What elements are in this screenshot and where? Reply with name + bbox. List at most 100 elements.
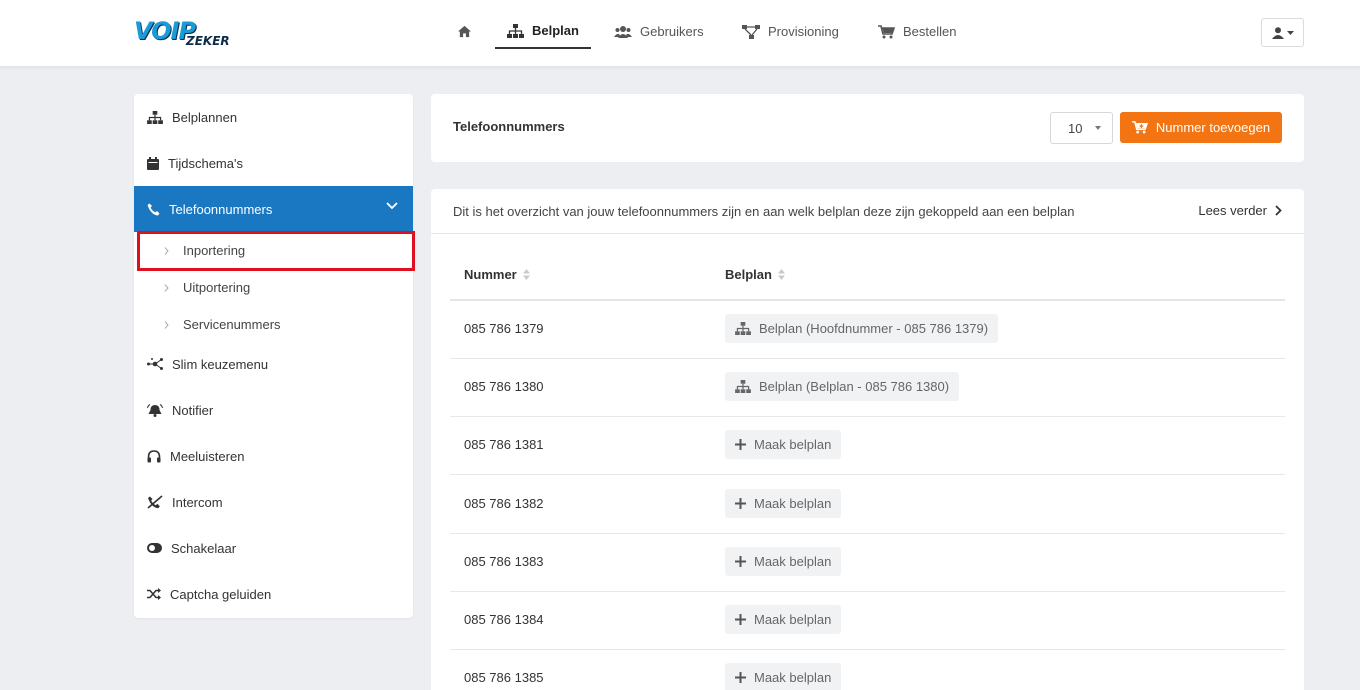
nav-gebruikers[interactable]: Gebruikers xyxy=(614,14,704,49)
sidebar-subitem-label: Inportering xyxy=(183,243,246,258)
sidebar-subitem-label: Uitportering xyxy=(183,280,251,295)
create-belplan-button[interactable]: Maak belplan xyxy=(725,546,842,576)
create-belplan-button[interactable]: Maak belplan xyxy=(725,430,842,460)
nav-provisioning[interactable]: Provisioning xyxy=(742,14,839,49)
sidebar-item-label: Schakelaar xyxy=(171,540,237,556)
user-menu-button[interactable] xyxy=(1261,18,1304,47)
sitemap-icon xyxy=(735,322,751,335)
phone-number: 085 786 1380 xyxy=(464,379,544,395)
sidebar-item-label: Telefoonnummers xyxy=(169,201,273,217)
sidebar-item-schakelaar[interactable]: Schakelaar xyxy=(134,525,413,571)
belplan-label: Maak belplan xyxy=(754,670,832,686)
phone-icon xyxy=(147,203,160,215)
belplan-label: Maak belplan xyxy=(754,437,832,453)
table-row: 085 786 1384 Maak belplan xyxy=(450,592,1285,650)
column-header-belplan[interactable]: Belplan xyxy=(725,267,785,282)
table-row: 085 786 1383 Maak belplan xyxy=(450,534,1285,592)
cart-plus-icon xyxy=(1132,121,1148,134)
phone-number: 085 786 1379 xyxy=(464,321,544,336)
bell-icon xyxy=(147,403,163,417)
table-row: 085 786 1380 Belplan (Belplan - 085 786 1… xyxy=(450,359,1285,418)
sidebar: Belplannen Tijdschema's Telefoonnummers … xyxy=(134,94,413,618)
sidebar-item-label: Tijdschema's xyxy=(168,155,243,171)
sidebar-item-belplannen[interactable]: Belplannen xyxy=(134,94,413,140)
create-belplan-button[interactable]: Maak belplan xyxy=(725,605,842,634)
page-size-select[interactable]: 10 xyxy=(1050,112,1113,144)
add-number-label: Nummer toevoegen xyxy=(1155,120,1271,135)
numbers-table-card: Dit is het overzicht van jouw telefoonnu… xyxy=(431,189,1304,690)
phone-number: 085 786 1385 xyxy=(464,670,544,686)
sidebar-item-tijdschemas[interactable]: Tijdschema's xyxy=(134,140,413,186)
plus-icon xyxy=(735,439,746,451)
sidebar-item-notifier[interactable]: Notifier xyxy=(134,387,413,433)
create-belplan-button[interactable]: Maak belplan xyxy=(725,488,842,518)
page-size-value: 10 xyxy=(1068,120,1083,136)
chevron-down-icon xyxy=(386,202,398,210)
shuffle-icon xyxy=(147,588,161,600)
sitemap-icon xyxy=(147,110,163,124)
page-header-card: Telefoonnummers 10 Nummer toevoegen xyxy=(431,94,1304,162)
chevron-right-icon xyxy=(164,320,169,329)
belplan-label: Maak belplan xyxy=(754,612,832,627)
belplan-link-button[interactable]: Belplan (Belplan - 085 786 1380) xyxy=(725,372,960,402)
read-more-link[interactable]: Lees verder xyxy=(1198,203,1282,218)
plus-icon xyxy=(735,672,746,684)
phone-number: 085 786 1383 xyxy=(464,553,544,569)
phone-slash-icon xyxy=(147,495,163,509)
nodes-icon xyxy=(147,358,163,370)
belplan-label: Maak belplan xyxy=(754,553,832,569)
user-icon xyxy=(1271,26,1284,39)
sidebar-item-label: Notifier xyxy=(172,402,214,418)
sidebar-item-captcha-geluiden[interactable]: Captcha geluiden xyxy=(134,571,413,617)
nav-home[interactable] xyxy=(457,14,472,49)
network-icon xyxy=(742,24,760,39)
sidebar-subitem-servicenummers[interactable]: Servicenummers xyxy=(134,306,413,343)
create-belplan-button[interactable]: Maak belplan xyxy=(725,663,842,690)
plus-icon xyxy=(735,497,746,509)
nav-gebruikers-label: Gebruikers xyxy=(640,24,704,39)
caret-down-icon xyxy=(1095,126,1101,130)
info-text: Dit is het overzicht van jouw telefoonnu… xyxy=(453,204,1075,219)
sidebar-item-intercom[interactable]: Intercom xyxy=(134,479,413,525)
phone-number: 085 786 1384 xyxy=(464,612,544,627)
page-title: Telefoonnummers xyxy=(453,119,565,134)
column-header-label: Nummer xyxy=(464,267,517,282)
sidebar-subitem-inportering[interactable]: Inportering xyxy=(134,232,413,269)
chevron-right-icon xyxy=(164,246,169,255)
sidebar-item-label: Captcha geluiden xyxy=(170,586,272,602)
toggle-icon xyxy=(147,543,162,553)
sidebar-item-label: Intercom xyxy=(172,494,223,510)
sort-icon xyxy=(522,269,530,280)
belplan-link-button[interactable]: Belplan (Hoofdnummer - 085 786 1379) xyxy=(725,314,999,343)
cart-icon xyxy=(878,24,895,38)
home-icon xyxy=(458,25,471,38)
nav-provisioning-label: Provisioning xyxy=(768,24,839,39)
phone-number: 085 786 1382 xyxy=(464,495,544,511)
info-bar: Dit is het overzicht van jouw telefoonnu… xyxy=(431,189,1304,234)
chevron-right-icon xyxy=(1275,205,1282,216)
nav-bestellen[interactable]: Bestellen xyxy=(878,14,956,49)
sitemap-icon xyxy=(735,380,751,394)
sidebar-subitem-label: Servicenummers xyxy=(183,317,281,332)
users-icon xyxy=(614,26,632,38)
sidebar-item-meeluisteren[interactable]: Meeluisteren xyxy=(134,433,413,479)
sidebar-item-label: Belplannen xyxy=(172,109,238,125)
nav-bestellen-label: Bestellen xyxy=(903,24,957,39)
plus-icon xyxy=(735,614,746,625)
table-row: 085 786 1379 Belplan (Hoofdnummer - 085 7… xyxy=(450,301,1285,359)
sidebar-item-slim-keuzemenu[interactable]: Slim keuzemenu xyxy=(134,341,413,387)
phone-number: 085 786 1381 xyxy=(464,437,544,453)
sidebar-item-telefoonnummers[interactable]: Telefoonnummers xyxy=(134,186,413,232)
chevron-right-icon xyxy=(164,283,169,292)
sidebar-subitem-uitportering[interactable]: Uitportering xyxy=(134,269,413,306)
nav-belplan-label: Belplan xyxy=(532,23,579,38)
table-row: 085 786 1385 Maak belplan xyxy=(450,650,1285,690)
caret-down-icon xyxy=(1286,30,1294,35)
column-header-nummer[interactable]: Nummer xyxy=(464,267,530,282)
add-number-button[interactable]: Nummer toevoegen xyxy=(1120,112,1282,143)
plus-icon xyxy=(735,555,746,567)
top-navigation-bar: VOIP ZEKER Belplan Gebruikers Provisioni… xyxy=(0,0,1360,67)
sitemap-icon xyxy=(507,23,524,38)
belplan-label: Belplan (Hoofdnummer - 085 786 1379) xyxy=(759,321,989,336)
nav-belplan[interactable]: Belplan xyxy=(495,14,591,49)
